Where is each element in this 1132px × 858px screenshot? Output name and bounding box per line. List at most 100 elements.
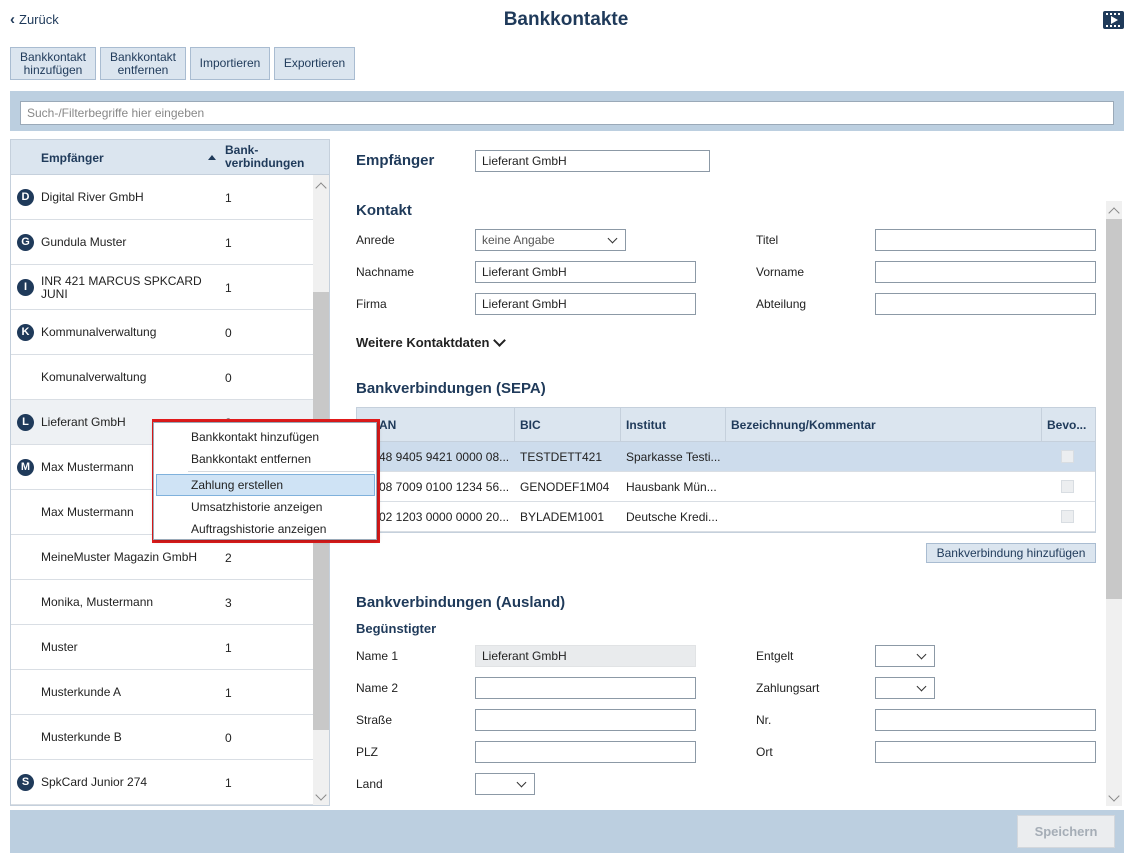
recipient-name: Gundula Muster <box>41 235 127 249</box>
firstname-label: Vorname <box>756 265 805 279</box>
list-item[interactable]: I INR 421 MARCUS SPKCARD JUNI 1 <box>11 265 313 310</box>
list-item[interactable]: Musterkunde A 1 <box>11 670 313 715</box>
fee-label: Entgelt <box>756 649 794 663</box>
letter-badge: K <box>17 324 34 341</box>
chevron-down-icon <box>607 233 618 244</box>
cell-iban: 08 7009 0100 1234 56... <box>379 480 510 494</box>
import-button[interactable]: Importieren <box>190 47 270 80</box>
no-field[interactable] <box>875 709 1096 731</box>
street-field[interactable] <box>475 709 696 731</box>
bank-count: 1 <box>225 775 232 790</box>
search-input[interactable] <box>20 101 1114 125</box>
recipient-name: Komunalverwaltung <box>41 370 147 384</box>
city-label: Ort <box>756 745 773 759</box>
film-play-icon[interactable] <box>1103 11 1124 29</box>
list-item[interactable]: G Gundula Muster 1 <box>11 220 313 265</box>
recipient-name: Musterkunde B <box>41 730 122 744</box>
zip-field[interactable] <box>475 741 696 763</box>
fee-select[interactable] <box>875 645 935 667</box>
chevron-down-icon <box>916 681 927 692</box>
no-label: Nr. <box>756 713 772 727</box>
add-contact-button[interactable]: Bankkontakt hinzufügen <box>10 47 96 80</box>
bank-count: 1 <box>225 235 232 250</box>
city-field[interactable] <box>875 741 1096 763</box>
col-institut[interactable]: Institut <box>621 408 726 442</box>
detail-scroll-thumb[interactable] <box>1106 219 1122 599</box>
department-field[interactable] <box>875 293 1096 315</box>
company-label: Firma <box>356 297 387 311</box>
more-contact-toggle[interactable]: Weitere Kontaktdaten <box>356 333 507 350</box>
list-item[interactable]: Muster 1 <box>11 625 313 670</box>
firstname-field[interactable] <box>875 261 1096 283</box>
letter-badge: D <box>17 189 34 206</box>
list-header: Empfänger Bank-verbindungen <box>11 140 329 175</box>
col-iban[interactable]: AN <box>357 408 515 442</box>
title-field[interactable] <box>875 229 1096 251</box>
table-row[interactable]: 08 7009 0100 1234 56... GENODEF1M04 Hausba… <box>357 472 1095 502</box>
col-comment[interactable]: Bezeichnung/Kommentar <box>726 408 1042 442</box>
sepa-section-title: Bankverbindungen (SEPA) <box>356 380 546 397</box>
recipient-name: INR 421 MARCUS SPKCARD JUNI <box>41 273 202 301</box>
beneficiary-title: Begünstigter <box>356 621 437 636</box>
menu-item[interactable]: Umsatzhistorie anzeigen <box>154 496 376 518</box>
list-item[interactable]: Monika, Mustermann 3 <box>11 580 313 625</box>
cell-bic: TESTDETT421 <box>520 450 603 464</box>
recipient-label: Empfänger <box>356 152 435 169</box>
letter-badge: M <box>17 459 34 476</box>
chevron-down-icon <box>493 333 507 347</box>
col-recipient-header[interactable]: Empfänger <box>41 151 104 165</box>
cell-comment <box>726 472 1042 502</box>
company-field[interactable]: Lieferant GmbH <box>475 293 696 315</box>
recipient-name: Kommunalverwaltung <box>41 325 157 339</box>
list-item[interactable]: S SpkCard Junior 274 1 <box>11 760 313 805</box>
table-row[interactable]: 02 1203 0000 0000 20... BYLADEM1001 Deutsc… <box>357 502 1095 532</box>
preferred-checkbox[interactable] <box>1061 480 1074 493</box>
zip-label: PLZ <box>356 745 379 759</box>
menu-item[interactable]: Auftragshistorie anzeigen <box>154 518 376 540</box>
recipient-name: SpkCard Junior 274 <box>41 775 148 789</box>
add-bank-button[interactable]: Bankverbindung hinzufügen <box>926 543 1096 563</box>
country-select[interactable] <box>475 773 535 795</box>
export-button[interactable]: Exportieren <box>274 47 355 80</box>
title-label: Titel <box>756 233 779 247</box>
save-button[interactable]: Speichern <box>1017 815 1115 848</box>
chevron-down-icon <box>516 777 527 788</box>
bank-count: 0 <box>225 370 232 385</box>
recipient-field[interactable]: Lieferant GmbH <box>475 150 710 172</box>
salutation-select[interactable]: keine Angabe <box>475 229 626 251</box>
col-bank-header[interactable]: Bank-verbindungen <box>225 144 304 170</box>
table-row[interactable]: 48 9405 9421 0000 08... TESTDETT421 Sparka… <box>357 442 1095 472</box>
contact-section-title: Kontakt <box>356 202 412 219</box>
letter-badge: G <box>17 234 34 251</box>
cell-institut: Hausbank Mün... <box>626 480 717 494</box>
bank-count: 1 <box>225 685 232 700</box>
name1-label: Name 1 <box>356 649 399 663</box>
list-item[interactable]: Musterkunde B 0 <box>11 715 313 760</box>
page-title: Bankkontakte <box>503 9 629 30</box>
list-item[interactable]: Komunalverwaltung 0 <box>11 355 313 400</box>
preferred-checkbox[interactable] <box>1061 450 1074 463</box>
menu-item[interactable]: Bankkontakt entfernen <box>154 448 376 470</box>
remove-contact-button[interactable]: Bankkontakt entfernen <box>100 47 186 80</box>
col-preferred[interactable]: Bevo... <box>1042 408 1095 442</box>
menu-item[interactable]: Zahlung erstellen <box>156 474 375 496</box>
col-bic[interactable]: BIC <box>515 408 621 442</box>
cell-iban: 02 1203 0000 0000 20... <box>379 510 510 524</box>
lastname-label: Nachname <box>356 265 415 279</box>
payment-type-select[interactable] <box>875 677 935 699</box>
toolbar: Bankkontakt hinzufügen Bankkontakt entfern… <box>10 47 355 80</box>
search-band <box>10 91 1124 131</box>
foreign-section-title: Bankverbindungen (Ausland) <box>356 594 566 611</box>
country-label: Land <box>356 777 383 791</box>
name2-field[interactable] <box>475 677 696 699</box>
bank-count: 0 <box>225 325 232 340</box>
list-item[interactable]: K Kommunalverwaltung 0 <box>11 310 313 355</box>
cell-comment <box>726 502 1042 532</box>
department-label: Abteilung <box>756 297 807 311</box>
preferred-checkbox[interactable] <box>1061 510 1074 523</box>
bank-count: 1 <box>225 280 232 295</box>
footer-bar: Speichern <box>10 810 1124 853</box>
list-item[interactable]: D Digital River GmbH 1 <box>11 175 313 220</box>
lastname-field[interactable]: Lieferant GmbH <box>475 261 696 283</box>
menu-item[interactable]: Bankkontakt hinzufügen <box>154 426 376 448</box>
